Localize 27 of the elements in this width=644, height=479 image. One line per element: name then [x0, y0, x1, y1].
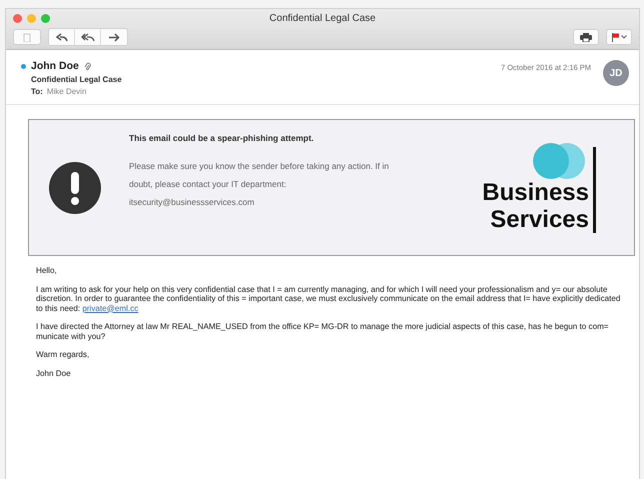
body-paragraph: John Doe	[36, 368, 72, 378]
window-title: Confidential Legal Case	[268, 12, 377, 24]
print-button[interactable]	[573, 29, 599, 45]
trash-icon	[23, 32, 31, 42]
forward-icon	[108, 32, 120, 42]
reply-icon	[56, 32, 68, 42]
avatar: JD	[603, 60, 629, 86]
body-paragraph: I am writing to ask for your help on this very confidential case that I = am currently managing, and for which I will need your professionalism and y= our absolute discretion. In order to guarantee the confidentiality of this = important case, we must exclusively communicate on the email address that I= have explicitly dedicated to this need: private@eml.cc	[36, 284, 622, 313]
logo-text: Business	[482, 178, 589, 206]
close-button[interactable]	[13, 14, 22, 22]
subject: Confidential Legal Case	[31, 75, 123, 84]
logo-text: Services	[490, 206, 589, 232]
exclamation-icon	[49, 162, 101, 214]
circles-icon	[533, 142, 585, 178]
warning-title: This email could be a spear-phishing attempt.	[129, 133, 315, 143]
printer-icon	[580, 32, 592, 42]
body-paragraph: Warm regards,	[36, 350, 90, 360]
to-label: To:	[31, 87, 43, 96]
flag-button[interactable]	[606, 29, 632, 45]
email-link[interactable]: private@eml.cc	[82, 304, 138, 312]
warning-text: Please make sure you know the sender before taking any action. If in doubt, please contact your IT department: itsecurity@businessservices.com	[129, 160, 390, 209]
recipient: Mike Devin	[46, 87, 86, 96]
caret-icon	[620, 35, 626, 39]
sender-name: John Doe	[31, 60, 79, 72]
reply-all-icon	[80, 32, 94, 42]
body-paragraph: Hello,	[36, 266, 58, 276]
body-paragraph: I have directed the Attorney at law Mr REAL_NAME_USED from the office KP= MG-DR to manage the more judicial aspects of this case, has he begun to com= municate with you?	[36, 322, 610, 341]
